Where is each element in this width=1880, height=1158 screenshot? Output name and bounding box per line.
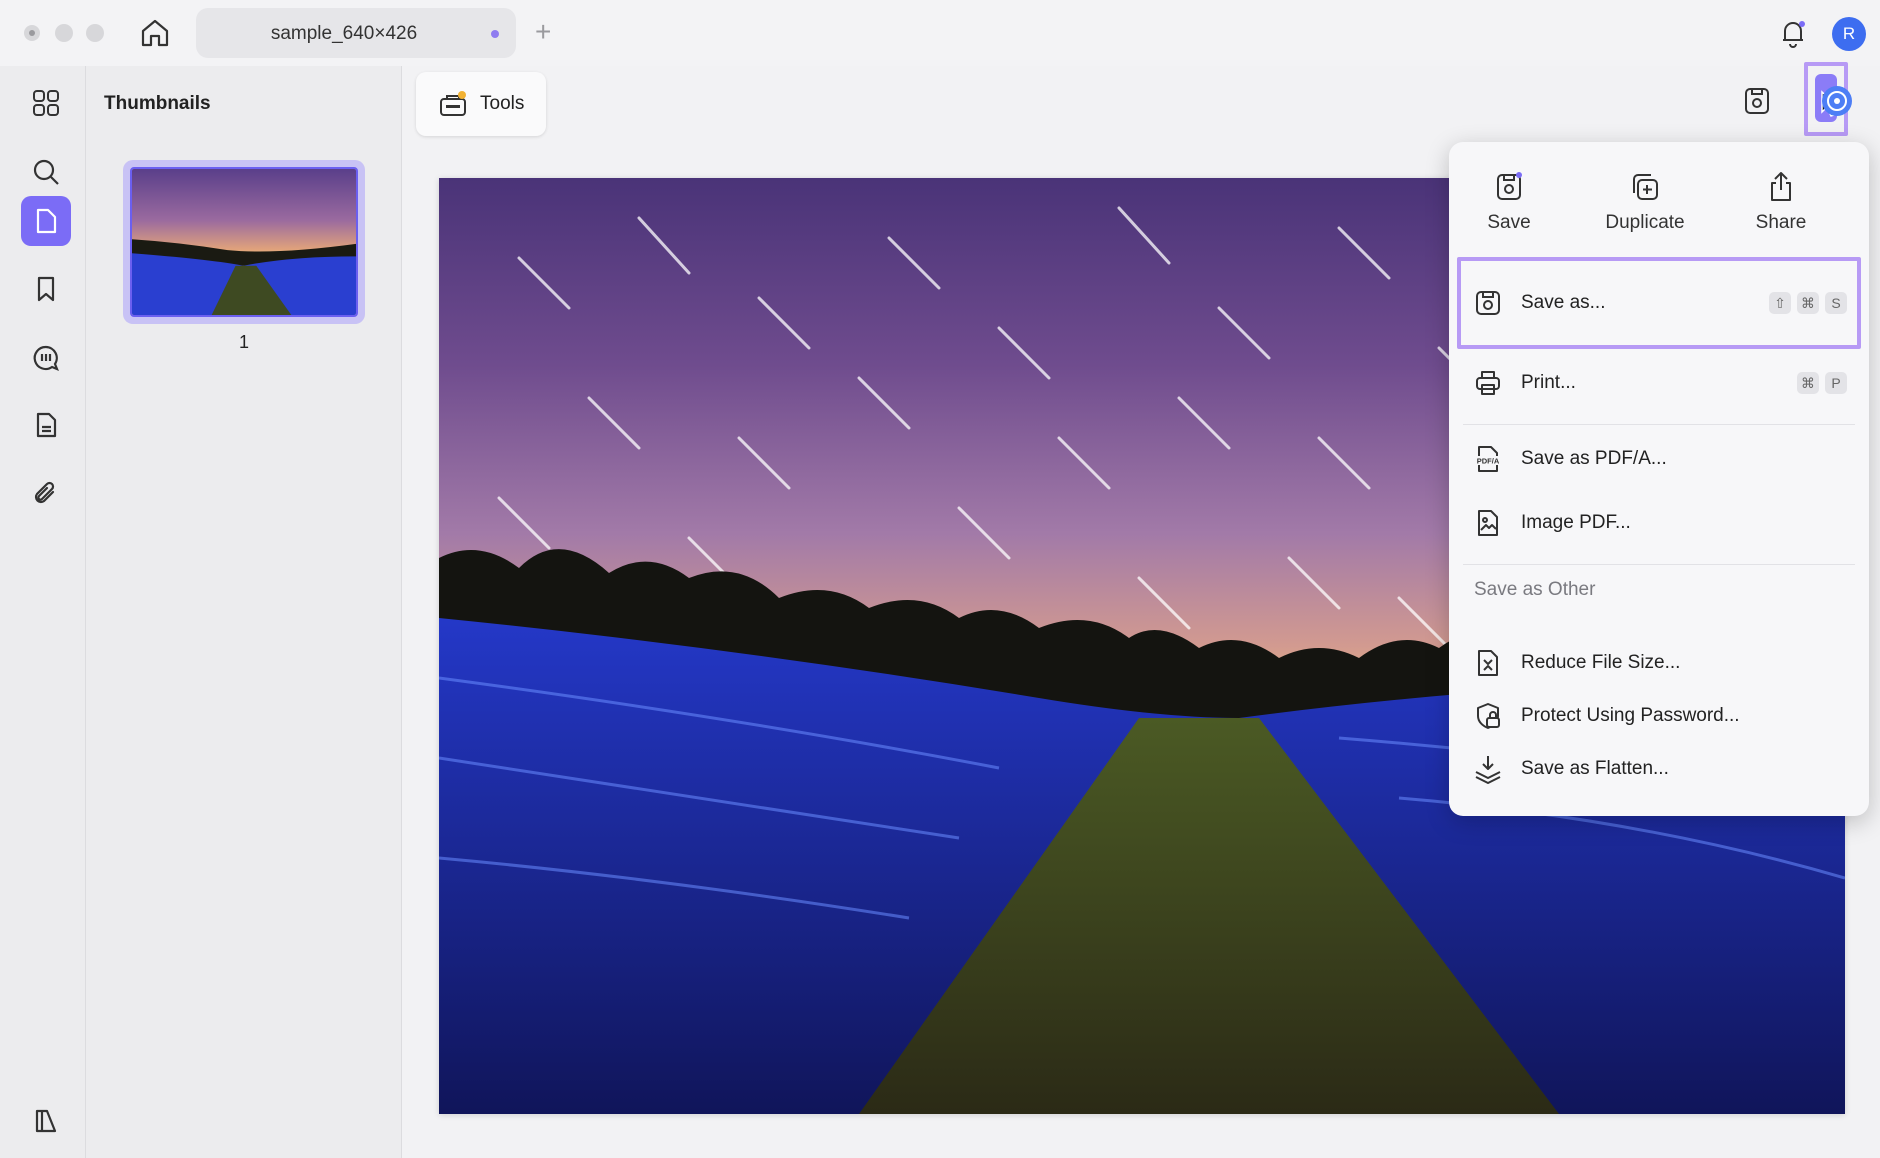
shift-key: ⇧ bbox=[1769, 292, 1791, 314]
thumbnails-panel: Thumbnails 1 bbox=[86, 66, 402, 1158]
home-icon[interactable] bbox=[138, 16, 172, 50]
close-window-button[interactable] bbox=[24, 25, 40, 41]
pdfa-icon: PDF/A bbox=[1473, 444, 1503, 474]
section-title: Save as Other bbox=[1474, 579, 1596, 600]
form-icon[interactable] bbox=[21, 400, 71, 450]
comment-icon[interactable] bbox=[21, 333, 71, 383]
menu-item-label: Protect Using Password... bbox=[1521, 705, 1740, 726]
menu-divider bbox=[1463, 424, 1855, 425]
document-tab[interactable]: sample_640×426 bbox=[196, 8, 516, 58]
menu-item-save-pdfa[interactable]: PDF/A Save as PDF/A... bbox=[1461, 428, 1857, 490]
panel-title: Thumbnails bbox=[104, 93, 211, 114]
shortcut-keys: ⌘ P bbox=[1797, 372, 1847, 394]
attachment-icon[interactable] bbox=[21, 469, 71, 519]
ai-assistant-icon[interactable] bbox=[1820, 84, 1854, 118]
toolbox-icon bbox=[438, 89, 468, 119]
unsaved-dot-icon bbox=[491, 30, 499, 38]
thumbnail-page-1[interactable] bbox=[123, 160, 365, 324]
menu-item-label: Image PDF... bbox=[1521, 512, 1631, 533]
avatar[interactable]: R bbox=[1832, 17, 1866, 51]
menu-share-label: Share bbox=[1755, 212, 1807, 233]
zoom-window-button[interactable] bbox=[86, 24, 104, 42]
menu-duplicate-label: Duplicate bbox=[1605, 212, 1685, 233]
menu-save-label: Save bbox=[1487, 212, 1531, 233]
save-as-icon bbox=[1473, 288, 1503, 318]
tools-button[interactable]: Tools bbox=[416, 72, 546, 136]
menu-item-print[interactable]: Print... ⌘ P bbox=[1461, 352, 1857, 414]
image-pdf-icon bbox=[1473, 508, 1503, 538]
duplicate-icon bbox=[1628, 170, 1662, 204]
svg-text:PDF/A: PDF/A bbox=[1477, 457, 1500, 466]
s-key: S bbox=[1825, 292, 1847, 314]
thumbnail-image bbox=[130, 167, 358, 317]
tab-title: sample_640×426 bbox=[270, 23, 418, 44]
shortcut-keys: ⇧ ⌘ S bbox=[1769, 292, 1847, 314]
menu-item-label: Reduce File Size... bbox=[1521, 652, 1681, 673]
page-number: 1 bbox=[238, 332, 249, 352]
page-icon[interactable] bbox=[21, 196, 71, 246]
minimize-window-button[interactable] bbox=[55, 24, 73, 42]
menu-item-save-as[interactable]: Save as... ⇧ ⌘ S bbox=[1457, 257, 1861, 349]
search-icon[interactable] bbox=[21, 147, 71, 197]
save-icon[interactable] bbox=[1740, 84, 1774, 118]
sidebar-toggle-icon[interactable] bbox=[21, 1096, 71, 1146]
menu-item-label: Save as... bbox=[1521, 292, 1606, 313]
bookmark-icon[interactable] bbox=[21, 264, 71, 314]
menu-item-image-pdf[interactable]: Image PDF... bbox=[1461, 492, 1857, 554]
main-area: Tools Save Duplicate Share Save as... ⇧ … bbox=[402, 62, 1880, 1158]
menu-item-label: Print... bbox=[1521, 372, 1576, 393]
menu-divider bbox=[1463, 564, 1855, 565]
menu-save-button[interactable]: Save bbox=[1449, 170, 1569, 234]
share-icon bbox=[1764, 170, 1798, 204]
menu-item-label: Save as Flatten... bbox=[1521, 758, 1669, 779]
reduce-size-icon bbox=[1473, 648, 1503, 678]
new-tab-button[interactable]: + bbox=[535, 18, 551, 46]
menu-item-label: Save as PDF/A... bbox=[1521, 448, 1667, 469]
tools-label: Tools bbox=[480, 93, 525, 114]
bell-icon[interactable] bbox=[1776, 16, 1810, 50]
command-key: ⌘ bbox=[1797, 292, 1819, 314]
command-key: ⌘ bbox=[1797, 372, 1819, 394]
grid-icon[interactable] bbox=[21, 78, 71, 128]
flatten-icon bbox=[1473, 754, 1503, 784]
menu-item-save-flatten[interactable]: Save as Flatten... bbox=[1461, 738, 1857, 800]
menu-share-button[interactable]: Share bbox=[1721, 170, 1841, 234]
title-bar: sample_640×426 + R bbox=[0, 0, 1880, 66]
print-icon bbox=[1473, 368, 1503, 398]
left-rail bbox=[0, 66, 86, 1158]
save-menu: Save Duplicate Share Save as... ⇧ ⌘ S Pr… bbox=[1449, 142, 1869, 816]
password-icon bbox=[1473, 701, 1503, 731]
menu-duplicate-button[interactable]: Duplicate bbox=[1585, 170, 1705, 234]
p-key: P bbox=[1825, 372, 1847, 394]
save-icon bbox=[1492, 170, 1526, 204]
